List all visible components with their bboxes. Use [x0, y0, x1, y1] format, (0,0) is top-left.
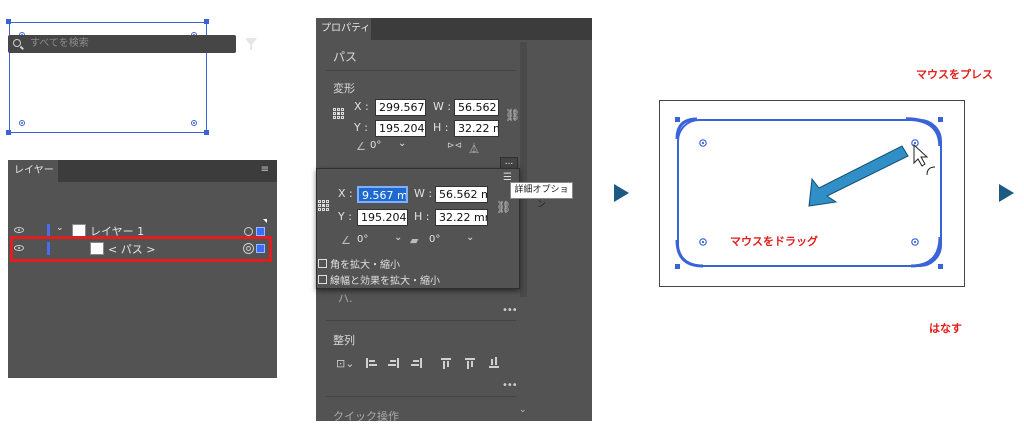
tab-properties[interactable]: プロパティ: [316, 18, 371, 40]
flip-vertical-icon[interactable]: ⏅: [469, 140, 479, 155]
search-icon: [13, 39, 21, 47]
scale-strokes-checkbox[interactable]: [318, 275, 327, 284]
reference-point-icon[interactable]: [333, 108, 345, 120]
drag-label: マウスをドラッグ: [730, 235, 818, 248]
scroll-down-icon[interactable]: ⌄: [519, 405, 527, 415]
shear-value[interactable]: 0°: [429, 234, 440, 245]
link-icon[interactable]: ⛓: [496, 200, 511, 214]
align-bottom-icon[interactable]: [489, 358, 499, 368]
align-right-icon[interactable]: [412, 358, 422, 368]
link-icon[interactable]: ⛓: [505, 108, 520, 122]
y-label: Y :: [354, 121, 368, 134]
layers-panel: レイヤー ≡: [8, 160, 277, 378]
divider: [326, 396, 516, 397]
align-top-icon[interactable]: [441, 358, 451, 368]
release-label: はなす: [929, 322, 962, 335]
panel-menu-icon[interactable]: ≡: [261, 165, 269, 175]
corner-cursor-mark: [926, 166, 936, 176]
demo-overlay: [675, 117, 943, 269]
w-input[interactable]: 56.562 r: [454, 99, 499, 116]
section-appearance-partial: ハ.: [338, 292, 353, 305]
divider: [326, 70, 516, 71]
chevron-down-icon[interactable]: ⌄: [398, 138, 406, 149]
highlight-box: [10, 236, 272, 262]
angle-value[interactable]: 0°: [370, 140, 381, 151]
x-label: X :: [338, 187, 353, 200]
h-input[interactable]: 32.22 m: [454, 120, 499, 137]
align-hcenter-icon[interactable]: [389, 358, 399, 368]
section-quick-actions-title: クイック操作: [333, 410, 399, 423]
filter-icon[interactable]: [245, 38, 257, 50]
h-input[interactable]: 32.22 mm: [435, 209, 488, 226]
more-options-icon[interactable]: •••: [502, 305, 518, 316]
x-input[interactable]: 299.567: [375, 99, 426, 116]
chevron-down-icon[interactable]: ⌄: [56, 223, 64, 233]
selection-corner: [263, 219, 267, 223]
w-label: W :: [414, 187, 433, 200]
angle-value[interactable]: 0°: [357, 234, 368, 245]
reference-point-icon[interactable]: [318, 200, 330, 212]
tooltip: 詳細オプション: [510, 182, 573, 210]
x-input-focused[interactable]: 9.567 mm: [357, 186, 408, 203]
angle-icon: ∠: [341, 234, 351, 247]
scale-corners-label: 角を拡大・縮小: [330, 260, 400, 271]
bounding-handle-tr[interactable]: [204, 19, 209, 24]
step-arrow-icon: [614, 184, 629, 202]
align-left-icon[interactable]: [366, 358, 377, 368]
divider: [326, 320, 516, 321]
corner-arc: [675, 239, 704, 268]
chevron-down-icon[interactable]: ⌄: [466, 232, 474, 243]
h-label: H :: [414, 210, 430, 223]
layers-search-input[interactable]: すべてを検索: [8, 35, 236, 53]
properties-tabbar: プロパティ: [316, 18, 592, 40]
flip-horizontal-icon[interactable]: ⊳⊲: [447, 141, 462, 151]
selection-indicator[interactable]: [256, 227, 265, 236]
layers-tabbar: レイヤー ≡: [8, 160, 277, 182]
y-label: Y :: [338, 210, 352, 223]
bounding-handle-br[interactable]: [204, 130, 209, 135]
eye-icon[interactable]: [14, 227, 24, 233]
section-path-title: パス: [333, 50, 358, 64]
target-circle-icon[interactable]: [244, 227, 253, 236]
corner-arc: [905, 117, 942, 147]
live-corner-widget[interactable]: [19, 120, 25, 126]
cursor-icon: [913, 143, 929, 167]
align-to-icon[interactable]: ⊡⌄: [336, 357, 354, 370]
bounding-handle-tl[interactable]: [6, 19, 11, 24]
y-input[interactable]: 195.204: [375, 120, 426, 137]
w-label: W :: [433, 100, 452, 113]
more-options-icon[interactable]: •••: [502, 380, 518, 391]
section-align-title: 整列: [333, 334, 355, 347]
step-arrow-icon: [999, 184, 1014, 202]
scale-strokes-label: 線幅と効果を拡大・縮小: [330, 276, 440, 287]
y-input[interactable]: 195.204 m: [357, 209, 408, 226]
properties-scrollbar[interactable]: [520, 42, 527, 297]
shear-icon: ▰: [410, 234, 419, 247]
drag-direction-arrow: [808, 145, 909, 207]
h-label: H :: [433, 121, 449, 134]
tab-layers[interactable]: レイヤー: [8, 160, 58, 182]
chevron-down-icon[interactable]: ⌄: [394, 232, 402, 243]
align-vcenter-icon[interactable]: [465, 358, 475, 368]
live-corner-widget[interactable]: [191, 120, 197, 126]
press-label: マウスをプレス: [916, 68, 993, 81]
section-transform-title: 変形: [333, 82, 355, 95]
bounding-handle-bl[interactable]: [6, 130, 11, 135]
angle-icon: ∠: [356, 140, 366, 153]
x-label: X :: [354, 100, 369, 113]
scale-corners-checkbox[interactable]: [318, 259, 327, 268]
w-input[interactable]: 56.562 mı: [435, 186, 488, 203]
